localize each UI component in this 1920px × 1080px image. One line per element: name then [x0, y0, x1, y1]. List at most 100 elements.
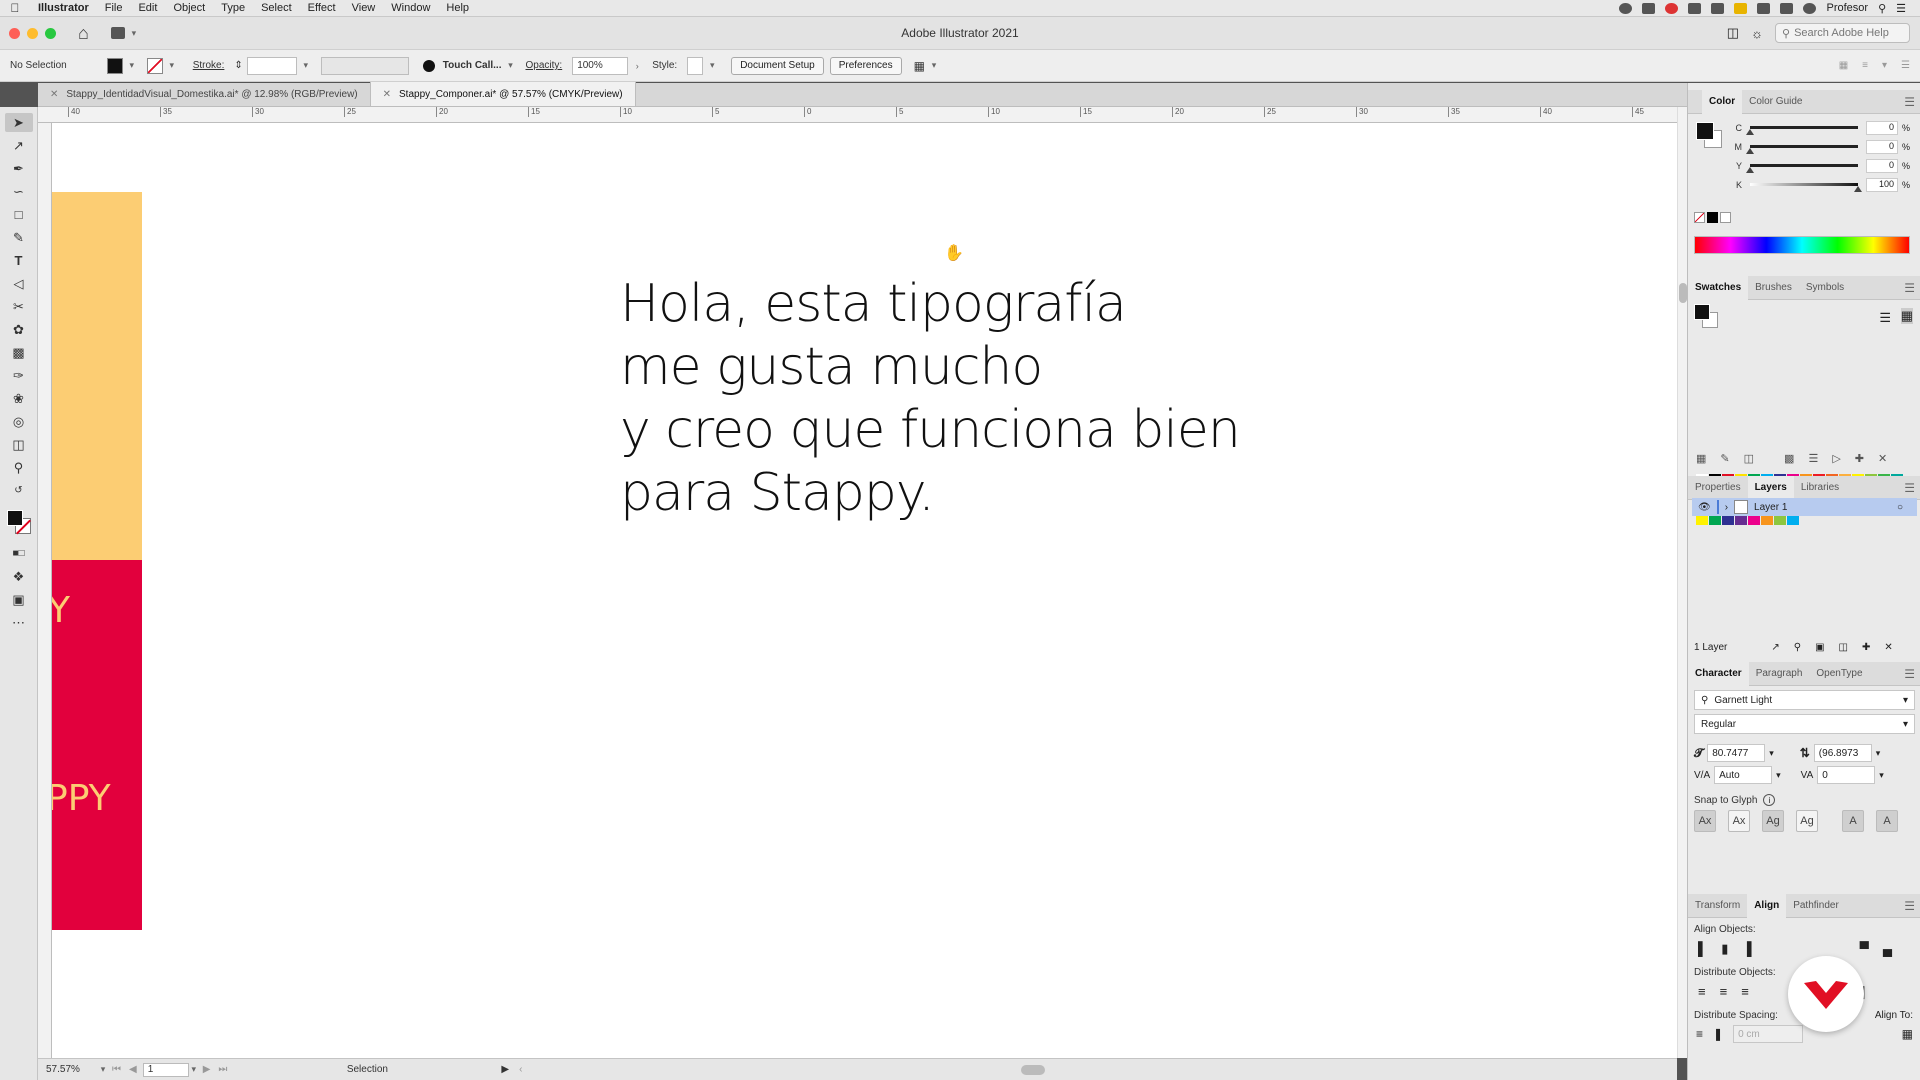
artboard-canvas[interactable]: Y PPY ✋ Hola, esta tipografía me gusta m…: [52, 123, 1677, 1058]
align-bottom-icon[interactable]: ▄: [1883, 941, 1892, 957]
search-help-input[interactable]: ⚲ Search Adobe Help: [1775, 23, 1910, 43]
new-layer-icon[interactable]: ✚: [1862, 642, 1870, 653]
preferences-button[interactable]: Preferences: [829, 56, 902, 75]
new-group-icon[interactable]: ▷: [1832, 452, 1840, 465]
control-center-icon[interactable]: ☰: [1896, 2, 1906, 15]
stroke-weight-field[interactable]: ⇕ ▾: [234, 56, 311, 75]
rectangle-tool-icon[interactable]: □: [5, 205, 33, 224]
close-tab-icon[interactable]: ✕: [50, 89, 58, 100]
channel-value[interactable]: 0: [1866, 158, 1898, 173]
select-similar-icon[interactable]: ▦: [914, 59, 925, 73]
color-mode-icon[interactable]: ■□: [5, 544, 33, 563]
spacing-input[interactable]: 0 cm: [1733, 1025, 1804, 1043]
menu-view[interactable]: View: [344, 2, 384, 14]
grid-view-icon[interactable]: ▦: [1900, 308, 1913, 324]
tab-layers[interactable]: Layers: [1747, 475, 1794, 500]
vertical-ruler[interactable]: [38, 123, 52, 1058]
puppet-warp-tool-icon[interactable]: ❀: [5, 389, 33, 408]
free-transform-tool-icon[interactable]: ▩: [5, 343, 33, 362]
yellow-panel-artwork[interactable]: [52, 192, 142, 560]
wifi-icon[interactable]: [1780, 2, 1794, 14]
minimize-window-button[interactable]: [27, 27, 38, 39]
menu-select[interactable]: Select: [253, 2, 300, 14]
channel-value[interactable]: 0: [1866, 120, 1898, 135]
kerning-input[interactable]: Auto: [1714, 766, 1773, 784]
slider-knob[interactable]: [1746, 148, 1754, 154]
chevron-down-icon[interactable]: ▾: [167, 60, 177, 71]
curvature-tool-icon[interactable]: ∽: [5, 182, 33, 201]
scissors-tool-icon[interactable]: ✂: [5, 297, 33, 316]
stroke-label[interactable]: Stroke:: [193, 60, 225, 71]
align-top-icon[interactable]: ▀: [1860, 941, 1869, 957]
layer-name[interactable]: Layer 1: [1754, 502, 1787, 513]
artwork-text-y[interactable]: Y: [52, 590, 70, 631]
layer-row[interactable]: 👁 › Layer 1 ○: [1692, 498, 1917, 516]
snap-italic-icon[interactable]: A: [1876, 810, 1898, 832]
close-tab-icon[interactable]: ✕: [383, 89, 391, 100]
zoom-tool-icon[interactable]: ⚲: [5, 458, 33, 477]
snap-proximity-icon[interactable]: Ag: [1796, 810, 1818, 832]
panel-menu-icon[interactable]: ☰: [1904, 667, 1920, 681]
swatch-options-icon[interactable]: ◫: [1744, 452, 1754, 465]
font-family-select[interactable]: ⚲ Garnett Light ▾: [1694, 690, 1915, 710]
next-artboard-icon[interactable]: ▶: [203, 1064, 211, 1075]
distribute-top-icon[interactable]: ≡: [1698, 984, 1706, 1000]
swatch-list-icon[interactable]: ☰: [1808, 452, 1818, 465]
tab-properties[interactable]: Properties: [1688, 476, 1748, 500]
channel-value[interactable]: 0: [1866, 139, 1898, 154]
channel-value[interactable]: 100: [1866, 177, 1898, 192]
tab-paragraph[interactable]: Paragraph: [1749, 662, 1810, 686]
swap-fill-stroke-icon[interactable]: ↺: [5, 481, 33, 500]
graphic-style-swatch[interactable]: [687, 56, 704, 75]
draw-mode-icon[interactable]: ❖: [5, 567, 33, 586]
swatch-kind-icon[interactable]: ✎: [1720, 452, 1729, 465]
slider-knob[interactable]: [1854, 186, 1862, 192]
status-menu-arrow-icon[interactable]: ▶: [501, 1064, 509, 1075]
fill-color-control[interactable]: ▾: [106, 57, 137, 74]
graphic-style-control[interactable]: ▾: [687, 56, 717, 75]
menu-file[interactable]: File: [97, 2, 131, 14]
align-to-select-icon[interactable]: ▦: [1902, 1027, 1913, 1041]
vertical-distribute-space-icon[interactable]: ≡: [1696, 1027, 1703, 1041]
none-swatch[interactable]: [1694, 212, 1705, 223]
artboard-number-input[interactable]: 1: [142, 1062, 189, 1077]
chevron-down-icon[interactable]: ▾: [929, 60, 939, 71]
horizontal-distribute-space-icon[interactable]: ❚: [1713, 1027, 1723, 1041]
home-icon[interactable]: ⌂: [78, 23, 89, 44]
spotlight-icon[interactable]: ⚲: [1878, 2, 1886, 15]
blend-tool-icon[interactable]: ◎: [5, 412, 33, 431]
battery-icon[interactable]: [1757, 2, 1771, 14]
lasso-tool-icon[interactable]: ✿: [5, 320, 33, 339]
variable-width-control[interactable]: [320, 56, 409, 75]
apple-menu-icon[interactable]: : [0, 1, 30, 15]
chevron-down-icon[interactable]: ▾: [301, 60, 311, 71]
distribute-vcenter-icon[interactable]: ≡: [1720, 984, 1728, 1000]
font-style-select[interactable]: Regular ▾: [1694, 714, 1915, 734]
tab-color-guide[interactable]: Color Guide: [1742, 90, 1809, 114]
chevron-down-icon[interactable]: ▾: [127, 60, 137, 71]
align-hcenter-icon[interactable]: ▮: [1721, 941, 1728, 957]
vertical-scroll-thumb[interactable]: [1679, 283, 1687, 303]
tab-pathfinder[interactable]: Pathfinder: [1786, 894, 1846, 918]
vertical-scrollbar[interactable]: [1677, 107, 1687, 1058]
menu-help[interactable]: Help: [438, 2, 477, 14]
tab-opentype[interactable]: OpenType: [1809, 662, 1869, 686]
headline-text-frame[interactable]: Hola, esta tipografía me gusta mucho y c…: [620, 273, 1241, 525]
chevron-down-icon[interactable]: ▾: [98, 1064, 108, 1075]
lightbulb-icon[interactable]: ☼: [1751, 26, 1763, 41]
menu-window[interactable]: Window: [383, 2, 438, 14]
screen-icon[interactable]: [1642, 2, 1656, 14]
slider-knob[interactable]: [1746, 129, 1754, 135]
brush-definition-control[interactable]: Touch Call... ▾: [422, 59, 516, 72]
tab-align[interactable]: Align: [1747, 893, 1787, 918]
panel-menu-icon[interactable]: ☰: [1904, 95, 1920, 109]
black-swatch[interactable]: [1707, 212, 1718, 223]
variable-width-profile[interactable]: [320, 56, 409, 75]
document-setup-button[interactable]: Document Setup: [731, 56, 824, 75]
delete-layer-icon[interactable]: ✕: [1884, 642, 1892, 653]
eyedropper-tool-icon[interactable]: ✑: [5, 366, 33, 385]
slider-yellow[interactable]: Y 0 %: [1688, 156, 1920, 175]
color-group-icon[interactable]: ▩: [1784, 452, 1794, 465]
slider-magenta[interactable]: M 0 %: [1688, 137, 1920, 156]
first-artboard-icon[interactable]: ⏮: [112, 1064, 121, 1075]
